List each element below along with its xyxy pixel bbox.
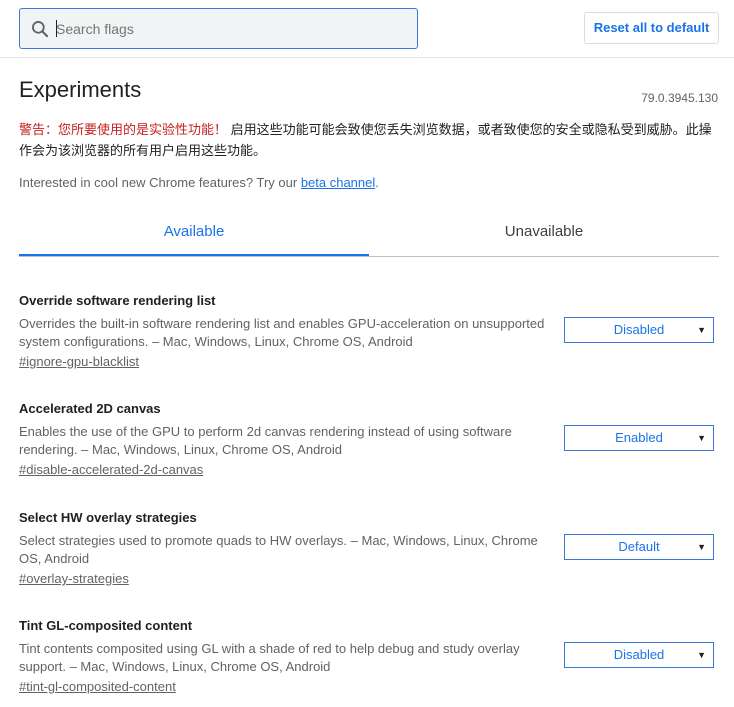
experiment-item: Select HW overlay strategies Select stra… <box>19 510 719 588</box>
experiment-state-value: Disabled <box>613 322 665 337</box>
experiment-state-value: Disabled <box>613 647 665 662</box>
chevron-down-icon: ▼ <box>697 325 706 335</box>
tab-available-label: Available <box>163 223 225 240</box>
experiment-permalink[interactable]: #tint-gl-composited-content <box>19 678 176 696</box>
reset-all-button[interactable]: Reset all to default <box>584 12 719 44</box>
tab-bar: Available Unavailable <box>19 210 719 257</box>
experiment-item: Tint GL-composited content Tint contents… <box>19 618 719 696</box>
experiment-item: Override software rendering list Overrid… <box>19 293 719 371</box>
tab-unavailable[interactable]: Unavailable <box>369 210 719 256</box>
experiment-permalink[interactable]: #overlay-strategies <box>19 570 129 588</box>
chevron-down-icon: ▼ <box>697 542 706 552</box>
version-number: 79.0.3945.130 <box>641 91 718 105</box>
beta-promo: Interested in cool new Chrome features? … <box>19 175 379 190</box>
experiment-item: Accelerated 2D canvas Enables the use of… <box>19 401 719 479</box>
experiment-state-value: Default <box>618 539 660 554</box>
experiment-state-select[interactable]: Default ▼ <box>564 534 714 560</box>
beta-promo-end: . <box>375 175 379 190</box>
beta-promo-text: Interested in cool new Chrome features? … <box>19 175 301 190</box>
tab-unavailable-label: Unavailable <box>504 223 584 240</box>
tab-selected-indicator <box>19 254 369 256</box>
experiment-title: Select HW overlay strategies <box>19 510 197 525</box>
search-box[interactable] <box>19 8 418 49</box>
experiment-title: Override software rendering list <box>19 293 216 308</box>
search-icon <box>32 21 49 38</box>
experiment-permalink[interactable]: #ignore-gpu-blacklist <box>19 353 139 371</box>
chevron-down-icon: ▼ <box>697 433 706 443</box>
experiment-description: Select strategies used to promote quads … <box>19 533 538 566</box>
experiment-description: Overrides the built-in software renderin… <box>19 316 545 349</box>
experiment-description: Enables the use of the GPU to perform 2d… <box>19 424 512 457</box>
warning-label: 警告：您所要使用的是实验性功能！ <box>19 122 228 137</box>
experiment-state-select[interactable]: Disabled ▼ <box>564 317 714 343</box>
experiment-description: Tint contents composited using GL with a… <box>19 641 520 674</box>
experiment-state-select[interactable]: Enabled ▼ <box>564 425 714 451</box>
tab-available[interactable]: Available <box>19 210 369 256</box>
beta-channel-link[interactable]: beta channel <box>301 175 375 190</box>
experiment-title: Tint GL-composited content <box>19 618 193 633</box>
experiment-state-select[interactable]: Disabled ▼ <box>564 642 714 668</box>
experiment-state-value: Enabled <box>615 430 663 445</box>
experiment-permalink[interactable]: #disable-accelerated-2d-canvas <box>19 461 203 479</box>
experiment-title: Accelerated 2D canvas <box>19 401 161 416</box>
search-input[interactable] <box>56 9 411 48</box>
warning-message: 警告：您所要使用的是实验性功能！ 启用这些功能可能会致使您丢失浏览数据，或者致使… <box>19 119 719 161</box>
chevron-down-icon: ▼ <box>697 650 706 660</box>
page-title: Experiments <box>19 77 142 102</box>
header-bar: Reset all to default <box>0 0 734 58</box>
